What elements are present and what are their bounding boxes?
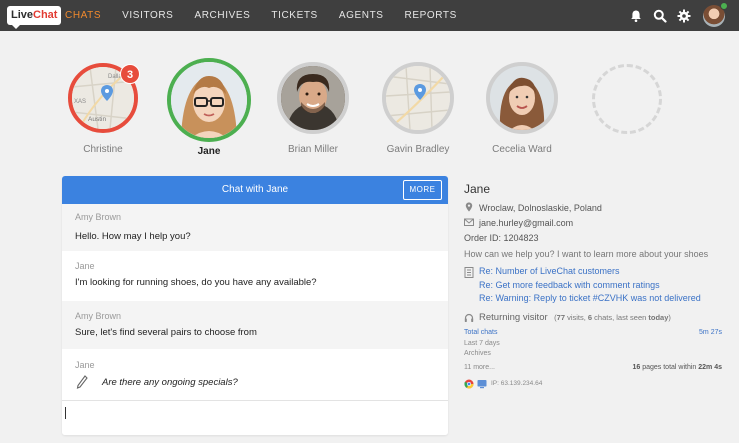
bubble-name-gavin-bradley: Gavin Bradley	[386, 144, 450, 155]
order-id: Order ID: 1204823	[464, 233, 539, 243]
chat-message: Amy Brown Sure, let's find several pairs…	[62, 301, 448, 349]
chat-message: Jane Are there any ongoing specials?	[62, 349, 448, 400]
logo-text-live: Live	[11, 9, 34, 21]
nav-tickets[interactable]: TICKETS	[271, 0, 317, 31]
last-seen: today	[648, 313, 669, 322]
jane-avatar	[167, 58, 251, 142]
email-text: jane.hurley@gmail.com	[479, 218, 574, 228]
total-chats-duration: 5m 27s	[699, 329, 722, 336]
location-pin-icon	[465, 202, 473, 212]
chat-header: Chat with Jane MORE	[62, 176, 448, 204]
jane-photo	[171, 62, 247, 138]
bell-icon[interactable]	[629, 9, 643, 23]
visits-label: visits,	[565, 313, 588, 322]
empty-slot-circle	[592, 64, 662, 134]
visits-count: 77	[556, 313, 565, 322]
map-label-xas: XAS	[74, 99, 86, 105]
envelope-icon	[464, 218, 474, 226]
total-chats-link[interactable]: Total chats	[464, 329, 497, 336]
top-right-icons	[619, 0, 728, 31]
ticket-link[interactable]: Re: Warning: Reply to ticket #CZVHK was …	[479, 293, 701, 303]
online-status-dot	[720, 1, 728, 10]
cecelia-photo	[490, 66, 554, 130]
cecelia-avatar	[486, 62, 558, 134]
message-text: Sure, let's find several pairs to choose…	[75, 327, 257, 338]
ip-address: IP: 63.139.234.64	[491, 380, 543, 387]
bubble-name-christine: Christine	[83, 144, 123, 155]
chat-bubble-christine[interactable]: Dalla XAS Austin 3 Christine	[68, 63, 140, 155]
message-author: Amy Brown	[75, 212, 122, 222]
unread-count-badge: 3	[120, 64, 140, 84]
pencil-icon	[76, 375, 88, 389]
chat-queue: Dalla XAS Austin 3 Christine Jane Brian …	[0, 58, 739, 168]
visitor-name: Jane	[464, 182, 491, 196]
chrome-browser-icon	[464, 379, 474, 389]
returning-visitor-row: Returning visitor (77 visits, 6 chats, l…	[479, 312, 671, 323]
last-7-days-label: Last 7 days	[464, 340, 500, 347]
chat-bubble-cecelia-ward[interactable]: Cecelia Ward	[486, 62, 558, 155]
os-icon	[477, 380, 487, 389]
location-row: Wroclaw, Dolnoslaskie, Poland	[464, 202, 602, 213]
main-nav: CHATS VISITORS ARCHIVES TICKETS AGENTS R…	[65, 0, 478, 31]
logo-text-chat: Chat	[33, 9, 58, 21]
nav-chats[interactable]: CHATS	[65, 0, 101, 31]
map-thumbnail-gavin	[382, 62, 454, 134]
text-caret	[65, 407, 66, 419]
chat-message: Jane I'm looking for running shoes, do y…	[62, 251, 448, 301]
message-author: Amy Brown	[75, 311, 122, 321]
location-text: Wroclaw, Dolnoslaskie, Poland	[479, 203, 602, 213]
pages-summary: 16 pages total within 22m 4s	[632, 364, 722, 371]
archives-label: Archives	[464, 350, 491, 357]
ticket-link[interactable]: Re: Get more feedback with comment ratin…	[479, 280, 660, 290]
bubble-name-brian-miller: Brian Miller	[287, 144, 339, 155]
pages-label: pages total within	[640, 364, 699, 371]
nav-archives[interactable]: ARCHIVES	[194, 0, 250, 31]
message-author: Jane	[75, 360, 95, 370]
bubble-name-cecelia-ward: Cecelia Ward	[492, 144, 552, 155]
gear-icon[interactable]	[677, 9, 691, 23]
chat-bubble-gavin-bradley[interactable]: Gavin Bradley	[382, 62, 454, 155]
message-text: Hello. How may I help you?	[75, 231, 191, 242]
more-pages-link[interactable]: 11 more...	[464, 364, 495, 371]
headset-icon	[464, 313, 474, 322]
more-button[interactable]: MORE	[403, 180, 442, 200]
nav-visitors[interactable]: VISITORS	[122, 0, 173, 31]
visit-stats: (77 visits, 6 chats, last seen today)	[554, 313, 671, 322]
livechat-logo[interactable]: LiveChat	[7, 6, 62, 29]
chat-bubble-brian-miller[interactable]: Brian Miller	[277, 62, 349, 155]
brian-photo	[281, 66, 345, 130]
chat-title: Chat with Jane	[221, 184, 289, 195]
nav-reports[interactable]: REPORTS	[405, 0, 457, 31]
pages-time: 22m 4s	[698, 364, 722, 371]
search-icon[interactable]	[653, 9, 667, 23]
brian-avatar	[277, 62, 349, 134]
chat-bubble-jane[interactable]: Jane	[167, 58, 251, 157]
ticket-list-icon	[464, 267, 474, 278]
empty-chat-slot	[592, 64, 662, 134]
visit-stats-close: )	[668, 313, 671, 322]
message-text: I'm looking for running shoes, do you ha…	[75, 277, 317, 288]
map-image-gavin	[386, 66, 450, 130]
message-author: Jane	[75, 261, 95, 271]
message-text: Are there any ongoing specials?	[102, 377, 238, 388]
message-input[interactable]	[62, 400, 448, 435]
map-label-austin: Austin	[88, 116, 106, 123]
ticket-link[interactable]: Re: Number of LiveChat customers	[479, 266, 620, 276]
nav-agents[interactable]: AGENTS	[339, 0, 384, 31]
chats-label: chats, last seen	[592, 313, 649, 322]
top-navigation-bar: LiveChat CHATS VISITORS ARCHIVES TICKETS…	[0, 0, 739, 31]
bubble-name-jane: Jane	[197, 146, 221, 157]
returning-label: Returning visitor	[479, 312, 548, 323]
chat-message: Amy Brown Hello. How may I help you?	[62, 204, 448, 251]
visitor-question: How can we help you? I want to learn mor…	[464, 249, 709, 259]
chat-panel: Chat with Jane MORE Amy Brown Hello. How…	[62, 176, 448, 435]
agent-avatar[interactable]	[703, 1, 728, 27]
email-row: jane.hurley@gmail.com	[464, 217, 573, 228]
